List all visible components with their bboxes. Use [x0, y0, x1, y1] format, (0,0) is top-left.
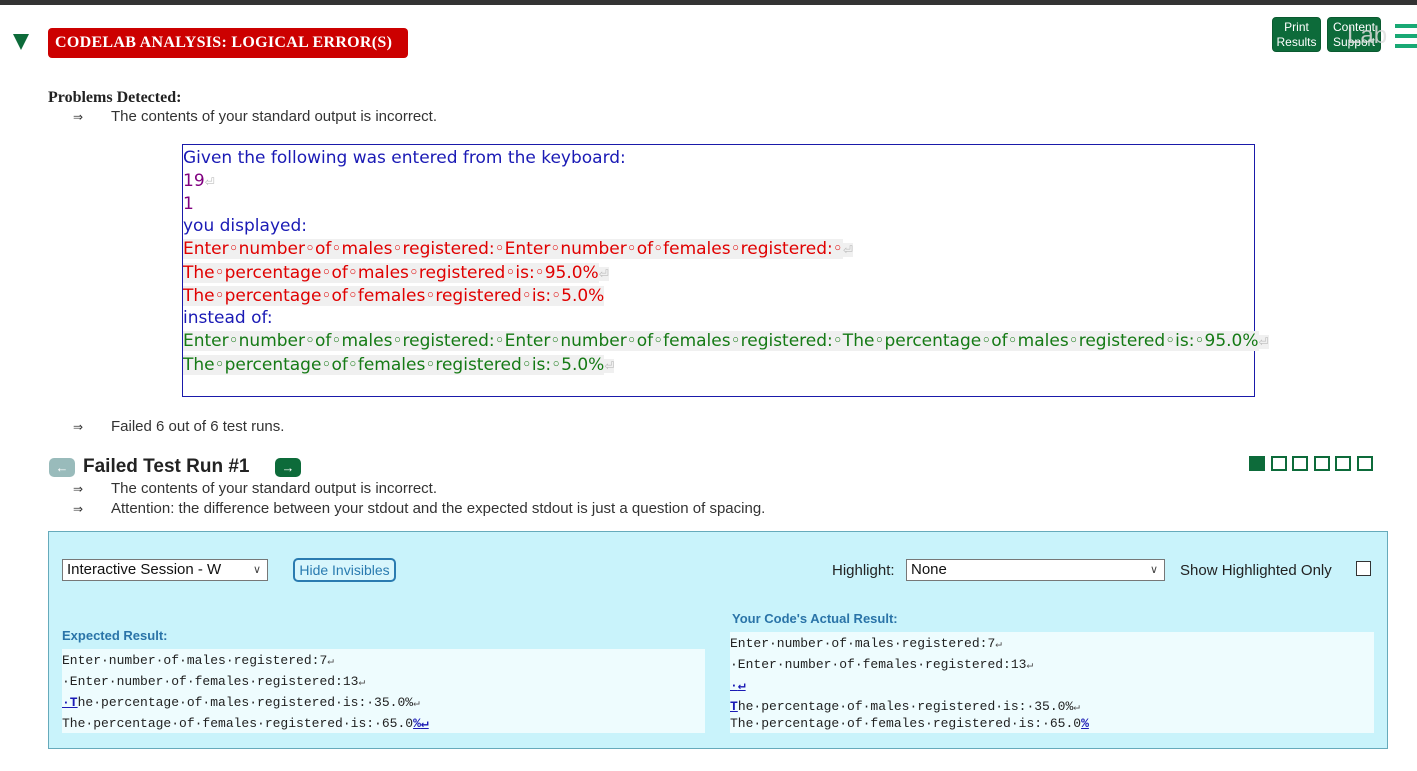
- support-label-2: Support: [1332, 35, 1376, 49]
- print-label-2: Results: [1276, 35, 1317, 49]
- actual-result-box: Enter·number·of·males·registered:7↵ ·Ent…: [730, 632, 1374, 733]
- expected-row-3: ·The·percentage·of·males·registered·is:·…: [62, 695, 420, 710]
- print-label-1: Print: [1284, 20, 1309, 34]
- actual-row-5: The·percentage·of·females·registered·is:…: [730, 716, 1089, 731]
- expected-line-1: Enter◦number◦of◦males◦registered:◦Enter◦…: [183, 331, 1269, 351]
- displayed-line-2: The◦percentage◦of◦males◦registered◦is:◦9…: [183, 263, 609, 283]
- actual-row-3: ·↵: [730, 678, 746, 693]
- arrow-icon: ⇒: [73, 110, 84, 124]
- show-highlighted-label: Show Highlighted Only: [1180, 562, 1332, 579]
- hide-invisibles-button[interactable]: Hide Invisibles: [293, 558, 396, 582]
- problems-title: Problems Detected:: [48, 89, 182, 106]
- actual-result-heading: Your Code's Actual Result:: [732, 611, 898, 626]
- given-label: Given the following was entered from the…: [183, 148, 626, 168]
- run-line-2: ⇒ Attention: the difference between your …: [73, 500, 766, 517]
- prev-run-button[interactable]: ←: [49, 458, 75, 477]
- run-line-1: ⇒ The contents of your standard output is…: [73, 480, 438, 497]
- test-run-indicator-4[interactable]: [1314, 456, 1330, 471]
- expected-result-heading: Expected Result:: [62, 628, 168, 643]
- session-select[interactable]: Interactive Session - W ∨: [62, 559, 268, 581]
- top-border: [0, 0, 1417, 5]
- arrow-icon: ⇒: [73, 502, 84, 516]
- displayed-line-1: Enter◦number◦of◦males◦registered:◦Enter◦…: [183, 239, 853, 259]
- test-run-indicator-5[interactable]: [1335, 456, 1351, 471]
- content-support-button[interactable]: Content Support: [1327, 17, 1381, 52]
- menu-icon[interactable]: [1395, 24, 1417, 54]
- comparison-panel: Interactive Session - W ∨ Hide Invisibles…: [48, 531, 1388, 749]
- collapse-triangle-icon[interactable]: [13, 34, 29, 50]
- highlight-select[interactable]: None ∨: [906, 559, 1165, 581]
- analysis-banner: CODELAB ANALYSIS: LOGICAL ERROR(S): [48, 28, 408, 58]
- arrow-icon: ⇒: [73, 482, 84, 496]
- displayed-line-3: The◦percentage◦of◦females◦registered◦is:…: [183, 286, 605, 306]
- input-line-2: 1: [183, 194, 194, 214]
- problem-line-2: ⇒ Failed 6 out of 6 test runs.: [73, 418, 285, 435]
- expected-line-2: The◦percentage◦of◦females◦registered◦is:…: [183, 355, 615, 375]
- print-results-button[interactable]: Print Results: [1272, 17, 1321, 52]
- expected-row-4: The·percentage·of·females·registered·is:…: [62, 716, 429, 731]
- show-highlighted-checkbox[interactable]: [1356, 561, 1371, 576]
- next-run-button[interactable]: →: [275, 458, 301, 477]
- chevron-down-icon: ∨: [252, 564, 261, 576]
- expected-row-2: ·Enter·number·of·females·registered:13↵: [62, 674, 366, 689]
- expected-row-1: Enter·number·of·males·registered:7↵: [62, 653, 334, 668]
- actual-row-2: ·Enter·number·of·females·registered:13↵: [730, 657, 1034, 672]
- test-run-indicator-1[interactable]: [1249, 456, 1265, 471]
- instead-label: instead of:: [183, 308, 273, 328]
- you-displayed-label: you displayed:: [183, 216, 307, 236]
- test-run-indicator-6[interactable]: [1357, 456, 1373, 471]
- test-run-indicator-2[interactable]: [1271, 456, 1287, 471]
- chevron-down-icon: ∨: [1149, 564, 1158, 576]
- expected-result-box: Enter·number·of·males·registered:7↵ ·Ent…: [62, 649, 705, 733]
- output-diff-box: Given the following was entered from the…: [182, 144, 1269, 397]
- arrow-icon: ⇒: [73, 420, 84, 434]
- problem-line-1: ⇒ The contents of your standard output is…: [73, 108, 438, 125]
- support-label-1: Content: [1332, 20, 1376, 34]
- test-run-indicator-3[interactable]: [1292, 456, 1308, 471]
- actual-row-1: Enter·number·of·males·registered:7↵: [730, 636, 1002, 651]
- input-line-1: 19⏎: [183, 171, 215, 191]
- highlight-label: Highlight:: [832, 562, 895, 579]
- failed-run-title: Failed Test Run #1: [83, 456, 250, 477]
